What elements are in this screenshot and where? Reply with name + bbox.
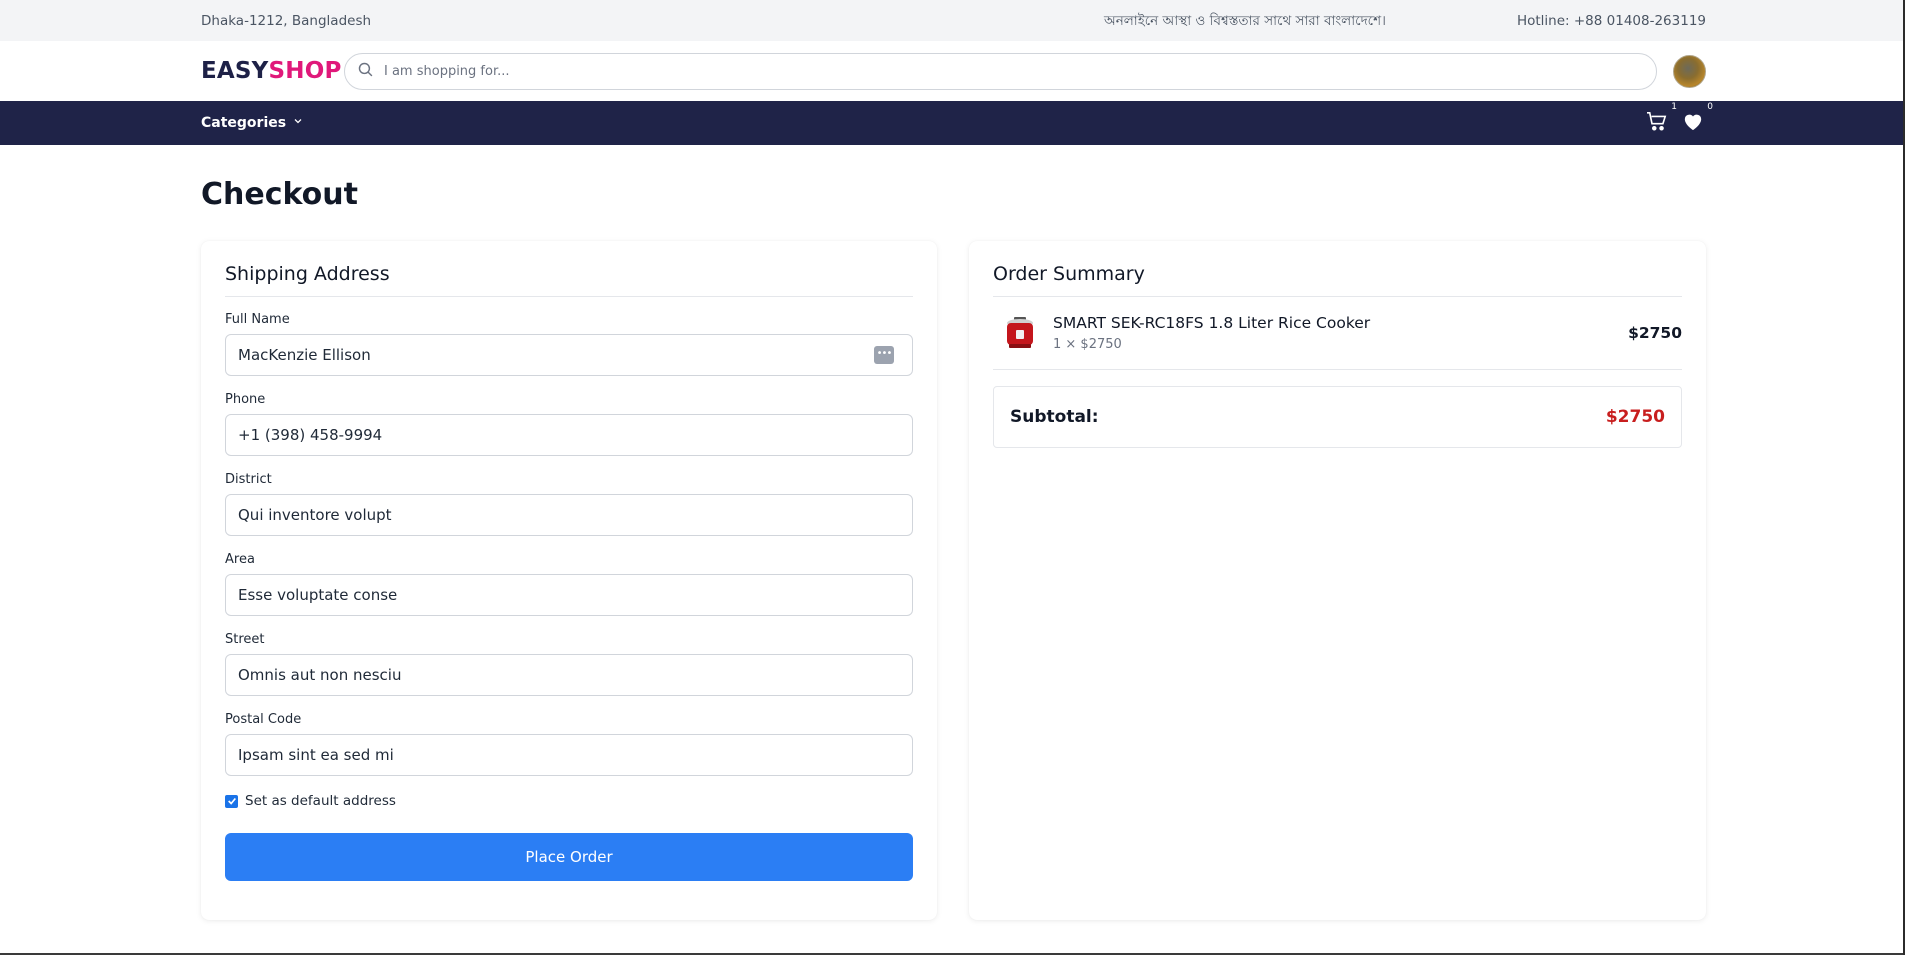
default-address-option[interactable]: Set as default address [225, 793, 913, 809]
store-location: Dhaka-1212, Bangladesh [201, 12, 372, 29]
rice-cooker-image [1005, 316, 1035, 350]
street-input[interactable]: Omnis aut non nesciu [225, 654, 913, 696]
subtotal-box: Subtotal: $2750 [993, 386, 1682, 448]
hotline: Hotline: +88 01408-263119 [1516, 12, 1706, 29]
heart-icon [1682, 111, 1704, 135]
area-field: Area Esse voluptate conse [225, 552, 913, 616]
phone-field: Phone +1 (398) 458-9994 [225, 392, 913, 456]
wishlist-count-badge: 0 [1707, 102, 1713, 112]
categories-label: Categories [201, 115, 287, 131]
autofill-icon[interactable]: ••• [874, 346, 894, 364]
shipping-heading: Shipping Address [225, 263, 913, 297]
shipping-address-card: Shipping Address Full Name MacKenzie Ell… [201, 241, 937, 920]
item-price: $2750 [1628, 324, 1682, 342]
phone-value: +1 (398) 458-9994 [238, 426, 383, 444]
cart-icon [1646, 111, 1668, 135]
full-name-value: MacKenzie Ellison [238, 346, 371, 364]
district-label: District [225, 472, 272, 487]
main-content: Checkout Shipping Address Full Name MacK… [201, 177, 1706, 920]
browser-viewport: Dhaka-1212, Bangladesh Hotline: +88 0140… [0, 0, 1905, 955]
phone-input[interactable]: +1 (398) 458-9994 [225, 414, 913, 456]
default-address-checkbox[interactable] [225, 794, 238, 808]
area-input[interactable]: Esse voluptate conse [225, 574, 913, 616]
nav-bar: Categories 1 0 [0, 101, 1903, 145]
page-title: Checkout [201, 177, 358, 212]
postal-code-label: Postal Code [225, 712, 302, 727]
search-input[interactable] [384, 63, 1554, 79]
logo-text-shop: SHOP [268, 58, 342, 84]
street-field: Street Omnis aut non nesciu [225, 632, 913, 696]
order-summary-heading: Order Summary [993, 263, 1682, 297]
default-address-label: Set as default address [245, 793, 396, 809]
full-name-label: Full Name [225, 312, 290, 327]
street-value: Omnis aut non nesciu [238, 666, 402, 684]
search-icon [357, 61, 374, 82]
area-value: Esse voluptate conse [238, 586, 398, 604]
cart-button[interactable]: 1 [1646, 102, 1677, 135]
chevron-down-icon [292, 115, 304, 131]
subtotal-label: Subtotal: [1010, 407, 1099, 427]
top-info-bar: Dhaka-1212, Bangladesh Hotline: +88 0140… [0, 0, 1903, 41]
categories-menu[interactable]: Categories [201, 115, 304, 131]
street-label: Street [225, 632, 265, 647]
phone-label: Phone [225, 392, 266, 407]
district-input[interactable]: Qui inventore volupt [225, 494, 913, 536]
postal-code-field: Postal Code Ipsam sint ea sed mi [225, 712, 913, 776]
order-item: SMART SEK-RC18FS 1.8 Liter Rice Cooker 1… [993, 297, 1682, 370]
search-bar[interactable] [344, 52, 1657, 90]
site-header: EASYSHOP [0, 41, 1903, 101]
full-name-field: Full Name MacKenzie Ellison ••• [225, 312, 913, 376]
full-name-input[interactable]: MacKenzie Ellison ••• [225, 334, 913, 376]
cart-count-badge: 1 [1671, 102, 1677, 112]
logo-text-easy: EASY [201, 58, 269, 84]
district-field: District Qui inventore volupt [225, 472, 913, 536]
postal-code-value: Ipsam sint ea sed mi [238, 746, 394, 764]
item-quantity: 1 × $2750 [1053, 337, 1122, 352]
area-label: Area [225, 552, 255, 567]
postal-code-input[interactable]: Ipsam sint ea sed mi [225, 734, 913, 776]
wishlist-button[interactable]: 0 [1682, 102, 1713, 135]
site-logo[interactable]: EASYSHOP [201, 58, 344, 84]
tagline: অনলাইনে আস্থা ও বিশ্বস্ততার সাথে সারা বা… [1104, 13, 1386, 29]
district-value: Qui inventore volupt [238, 506, 392, 524]
order-summary-card: Order Summary SMART SEK-RC18FS 1.8 Liter… [969, 241, 1706, 920]
subtotal-value: $2750 [1605, 407, 1665, 427]
user-avatar[interactable] [1673, 54, 1706, 88]
item-name: SMART SEK-RC18FS 1.8 Liter Rice Cooker [1053, 314, 1371, 332]
place-order-button[interactable]: Place Order [225, 833, 913, 881]
